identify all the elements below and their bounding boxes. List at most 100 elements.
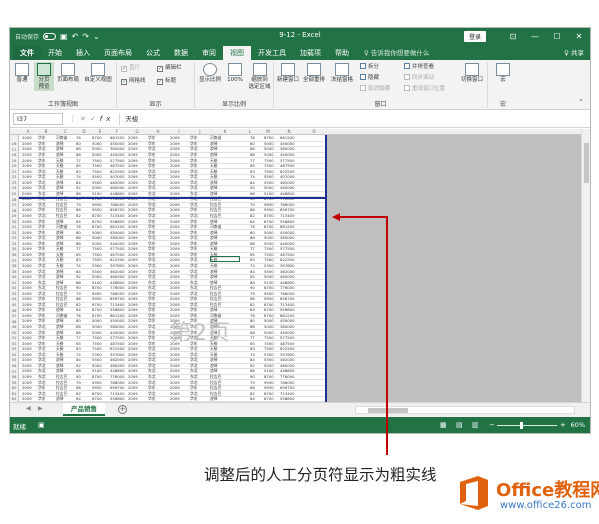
table-cell[interactable]: 66: [250, 296, 255, 301]
table-cell[interactable]: 450000: [280, 318, 295, 323]
table-cell[interactable]: 2009: [22, 191, 32, 196]
table-cell[interactable]: 380000: [110, 235, 125, 240]
cancel-icon[interactable]: ✕: [80, 115, 90, 123]
table-cell[interactable]: 拉吉巴: [210, 213, 221, 218]
tab-review[interactable]: 审阅: [195, 46, 223, 60]
table-cell[interactable]: 8700: [92, 213, 102, 218]
table-cell[interactable]: 2009: [128, 202, 138, 207]
table-cell[interactable]: 86: [76, 146, 81, 151]
unhide-button[interactable]: 取消隐藏: [360, 85, 390, 93]
row-header[interactable]: 44: [10, 296, 18, 301]
table-cell[interactable]: 622500: [280, 257, 295, 262]
table-cell[interactable]: 2009: [128, 246, 138, 251]
table-cell[interactable]: 浪琴: [210, 185, 218, 190]
table-cell[interactable]: 2009: [128, 135, 138, 140]
table-cell[interactable]: 华东: [190, 396, 198, 401]
table-cell[interactable]: 5000: [92, 152, 102, 157]
table-cell[interactable]: 7500: [264, 257, 274, 262]
table-cell[interactable]: 2009: [170, 174, 180, 179]
table-cell[interactable]: 64: [250, 219, 255, 224]
table-cell[interactable]: 浪琴: [210, 141, 218, 146]
table-cell[interactable]: 2009: [22, 330, 32, 335]
table-cell[interactable]: 华东: [148, 163, 156, 168]
table-cell[interactable]: 东北: [38, 191, 46, 196]
table-cell[interactable]: 462000: [110, 269, 125, 274]
table-cell[interactable]: 450000: [110, 318, 125, 323]
table-cell[interactable]: 450000: [280, 141, 295, 146]
table-cell[interactable]: 2009: [128, 252, 138, 257]
table-cell[interactable]: 74: [76, 174, 81, 179]
table-cell[interactable]: 487500: [280, 252, 295, 257]
table-cell[interactable]: 82: [76, 391, 81, 396]
table-cell[interactable]: 2009: [128, 296, 138, 301]
table-cell[interactable]: 5100: [92, 368, 102, 373]
table-cell[interactable]: 5000: [92, 141, 102, 146]
table-cell[interactable]: 5100: [264, 280, 274, 285]
table-cell[interactable]: 65: [250, 341, 255, 346]
table-cell[interactable]: 天梭: [56, 158, 64, 163]
table-cell[interactable]: 8700: [92, 135, 102, 140]
table-cell[interactable]: 华东: [38, 219, 46, 224]
table-cell[interactable]: 462000: [280, 269, 295, 274]
table-cell[interactable]: 661200: [280, 224, 295, 229]
table-cell[interactable]: 拉吉巴: [210, 385, 221, 390]
table-cell[interactable]: 8700: [92, 307, 102, 312]
table-cell[interactable]: 84: [250, 180, 255, 185]
table-cell[interactable]: 2009: [22, 352, 32, 357]
table-cell[interactable]: 9950: [92, 291, 102, 296]
zoom-slider-track[interactable]: [497, 425, 557, 426]
row-header[interactable]: 35: [10, 246, 18, 251]
table-cell[interactable]: 65: [250, 252, 255, 257]
table-cell[interactable]: 华北: [38, 257, 46, 262]
table-cell[interactable]: 浪琴: [56, 330, 64, 335]
table-cell[interactable]: 65: [250, 163, 255, 168]
table-cell[interactable]: 462000: [110, 180, 125, 185]
table-cell[interactable]: 7500: [92, 257, 102, 262]
table-cell[interactable]: 华北: [148, 146, 156, 151]
table-cell[interactable]: 83: [250, 169, 255, 174]
table-cell[interactable]: 79: [250, 291, 255, 296]
table-cell[interactable]: 华东: [190, 163, 198, 168]
table-cell[interactable]: 577500: [110, 335, 125, 340]
table-cell[interactable]: 83: [250, 346, 255, 351]
vertical-scrollbar[interactable]: [581, 129, 590, 402]
table-cell[interactable]: 浪琴: [56, 368, 64, 373]
table-cell[interactable]: 浪琴: [210, 396, 218, 401]
row-header[interactable]: 53: [10, 346, 18, 351]
table-cell[interactable]: 天梭: [56, 252, 64, 257]
table-cell[interactable]: 华东: [38, 152, 46, 157]
share-button[interactable]: ♀ 共享: [564, 46, 590, 60]
row-header[interactable]: 18: [10, 152, 18, 157]
row-header[interactable]: 49: [10, 324, 18, 329]
table-cell[interactable]: 2009: [170, 274, 180, 279]
table-cell[interactable]: 华北: [190, 269, 198, 274]
table-cell[interactable]: 华东: [148, 152, 156, 157]
table-cell[interactable]: 拉吉巴: [210, 302, 221, 307]
table-cell[interactable]: 776000: [280, 285, 295, 290]
table-cell[interactable]: 华东: [190, 252, 198, 257]
table-cell[interactable]: 天梭: [56, 169, 64, 174]
table-cell[interactable]: 天梭: [56, 346, 64, 351]
table-cell[interactable]: 天梭: [56, 174, 64, 179]
table-cell[interactable]: 东北: [148, 191, 156, 196]
table-cell[interactable]: 577500: [280, 158, 295, 163]
table-cell[interactable]: 713400: [280, 213, 295, 218]
table-cell[interactable]: 2009: [170, 163, 180, 168]
table-cell[interactable]: 浪琴: [210, 274, 218, 279]
table-cell[interactable]: 5000: [264, 185, 274, 190]
table-cell[interactable]: 浪琴: [210, 230, 218, 235]
row-header[interactable]: 46: [10, 308, 18, 313]
table-cell[interactable]: 东北: [190, 280, 198, 285]
table-cell[interactable]: 华北: [148, 202, 156, 207]
table-cell[interactable]: 2009: [170, 141, 180, 146]
table-cell[interactable]: 5100: [92, 280, 102, 285]
table-cell[interactable]: 622500: [280, 169, 295, 174]
table-cell[interactable]: 9950: [264, 202, 274, 207]
table-cell[interactable]: 407000: [110, 174, 125, 179]
table-cell[interactable]: 河南省: [56, 135, 67, 140]
table-cell[interactable]: 66: [76, 207, 81, 212]
table-cell[interactable]: 2009: [170, 169, 180, 174]
column-header[interactable]: N: [276, 129, 302, 135]
table-cell[interactable]: 448800: [280, 280, 295, 285]
table-cell[interactable]: 80: [76, 141, 81, 146]
